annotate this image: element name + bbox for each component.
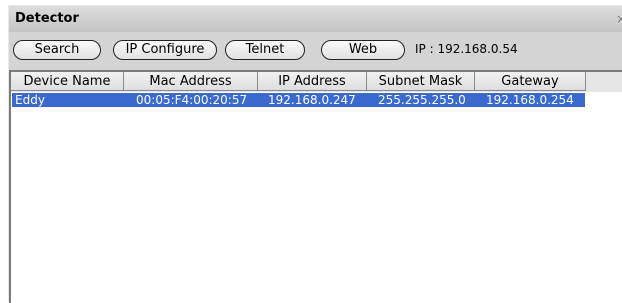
column-header-ip-address[interactable]: IP Address bbox=[258, 72, 367, 91]
ip-address-label: IP : 192.168.0.54 bbox=[415, 42, 518, 56]
close-icon[interactable]: × bbox=[616, 12, 622, 26]
cell-subnet-mask: 255.255.255.0 bbox=[378, 93, 466, 107]
column-header-gateway[interactable]: Gateway bbox=[475, 72, 586, 91]
cell-device-name: Eddy bbox=[15, 93, 45, 107]
web-button[interactable]: Web bbox=[321, 40, 405, 60]
column-header-subnet-mask[interactable]: Subnet Mask bbox=[367, 72, 475, 91]
cell-ip-address: 192.168.0.247 bbox=[268, 93, 356, 107]
column-header-device-name[interactable]: Device Name bbox=[11, 72, 124, 91]
telnet-button[interactable]: Telnet bbox=[225, 40, 305, 60]
list-header: Device Name Mac Address IP Address Subne… bbox=[11, 72, 622, 92]
detector-window: Detector × Search IP Configure Telnet We… bbox=[8, 5, 622, 303]
column-header-mac-address[interactable]: Mac Address bbox=[124, 72, 258, 91]
title-bar[interactable]: Detector × bbox=[9, 6, 622, 32]
toolbar: Search IP Configure Telnet Web IP : 192.… bbox=[9, 38, 622, 68]
device-list[interactable]: Device Name Mac Address IP Address Subne… bbox=[9, 70, 622, 303]
window-title: Detector bbox=[15, 11, 79, 26]
search-button[interactable]: Search bbox=[13, 40, 101, 60]
ip-configure-button[interactable]: IP Configure bbox=[113, 40, 217, 60]
cell-gateway: 192.168.0.254 bbox=[486, 93, 574, 107]
table-row[interactable]: Eddy 00:05:F4:00:20:57 192.168.0.247 255… bbox=[12, 93, 585, 107]
cell-mac-address: 00:05:F4:00:20:57 bbox=[136, 93, 248, 107]
